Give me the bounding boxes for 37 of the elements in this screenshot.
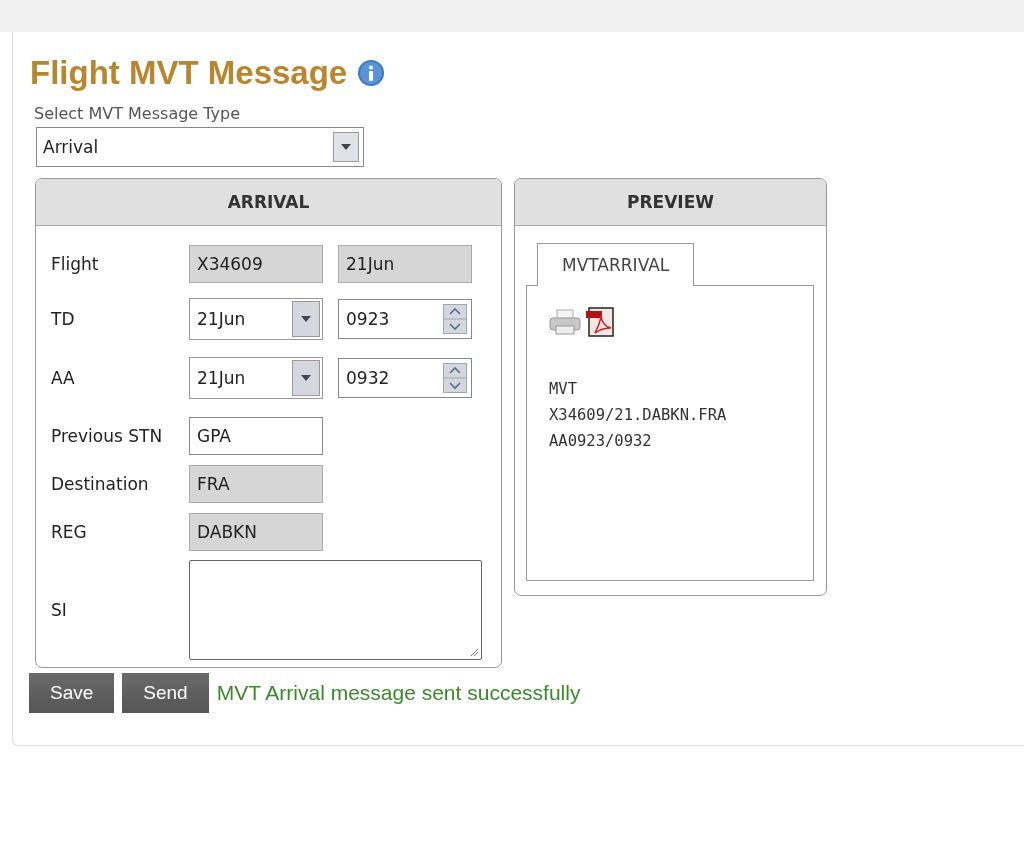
field-label: Destination — [51, 474, 150, 494]
info-icon[interactable] — [357, 59, 386, 87]
status-message: MVT Arrival message sent successfully — [216, 681, 581, 705]
input-field[interactable]: GPA — [189, 417, 323, 455]
field-label: Previous STN — [51, 426, 164, 446]
input-field: 21Jun — [338, 245, 472, 283]
page-title: Flight MVT Message — [30, 54, 348, 92]
action-button[interactable]: Send — [122, 673, 209, 713]
date-dropdown[interactable]: 21Jun — [189, 357, 323, 399]
field-label: REG — [51, 522, 88, 542]
text-area[interactable] — [189, 560, 482, 660]
message-line: MVT — [549, 379, 578, 400]
input-field: X34609 — [189, 245, 323, 283]
field-label: Flight — [51, 254, 100, 274]
message-type-dropdown[interactable]: Arrival — [36, 127, 364, 167]
spinner-arrows-icon[interactable] — [443, 304, 467, 334]
preview-tab[interactable]: MVTARRIVAL — [537, 243, 695, 286]
spinner-arrows-icon[interactable] — [443, 363, 467, 393]
date-dropdown[interactable]: 21Jun — [189, 298, 323, 340]
select-label: Select MVT Message Type — [34, 104, 241, 123]
field-label: TD — [51, 309, 76, 329]
message-line: X34609/21.DABKN.FRA — [549, 405, 728, 426]
time-spinner[interactable]: 0923 — [338, 299, 472, 339]
resize-grip-icon[interactable] — [469, 647, 479, 657]
panel-heading: ARRIVAL — [36, 179, 501, 226]
input-field: FRA — [189, 465, 323, 503]
pdf-icon[interactable] — [585, 306, 617, 338]
caret-icon — [292, 360, 320, 396]
time-spinner[interactable]: 0932 — [338, 358, 472, 398]
caret-icon — [292, 301, 320, 337]
panel-heading: PREVIEW — [515, 179, 826, 226]
message-line: AA0923/0932 — [549, 431, 653, 452]
caret-icon — [333, 132, 359, 162]
field-label: AA — [51, 368, 76, 388]
field-label: SI — [51, 600, 68, 620]
input-field: DABKN — [189, 513, 323, 551]
action-button[interactable]: Save — [29, 673, 115, 713]
